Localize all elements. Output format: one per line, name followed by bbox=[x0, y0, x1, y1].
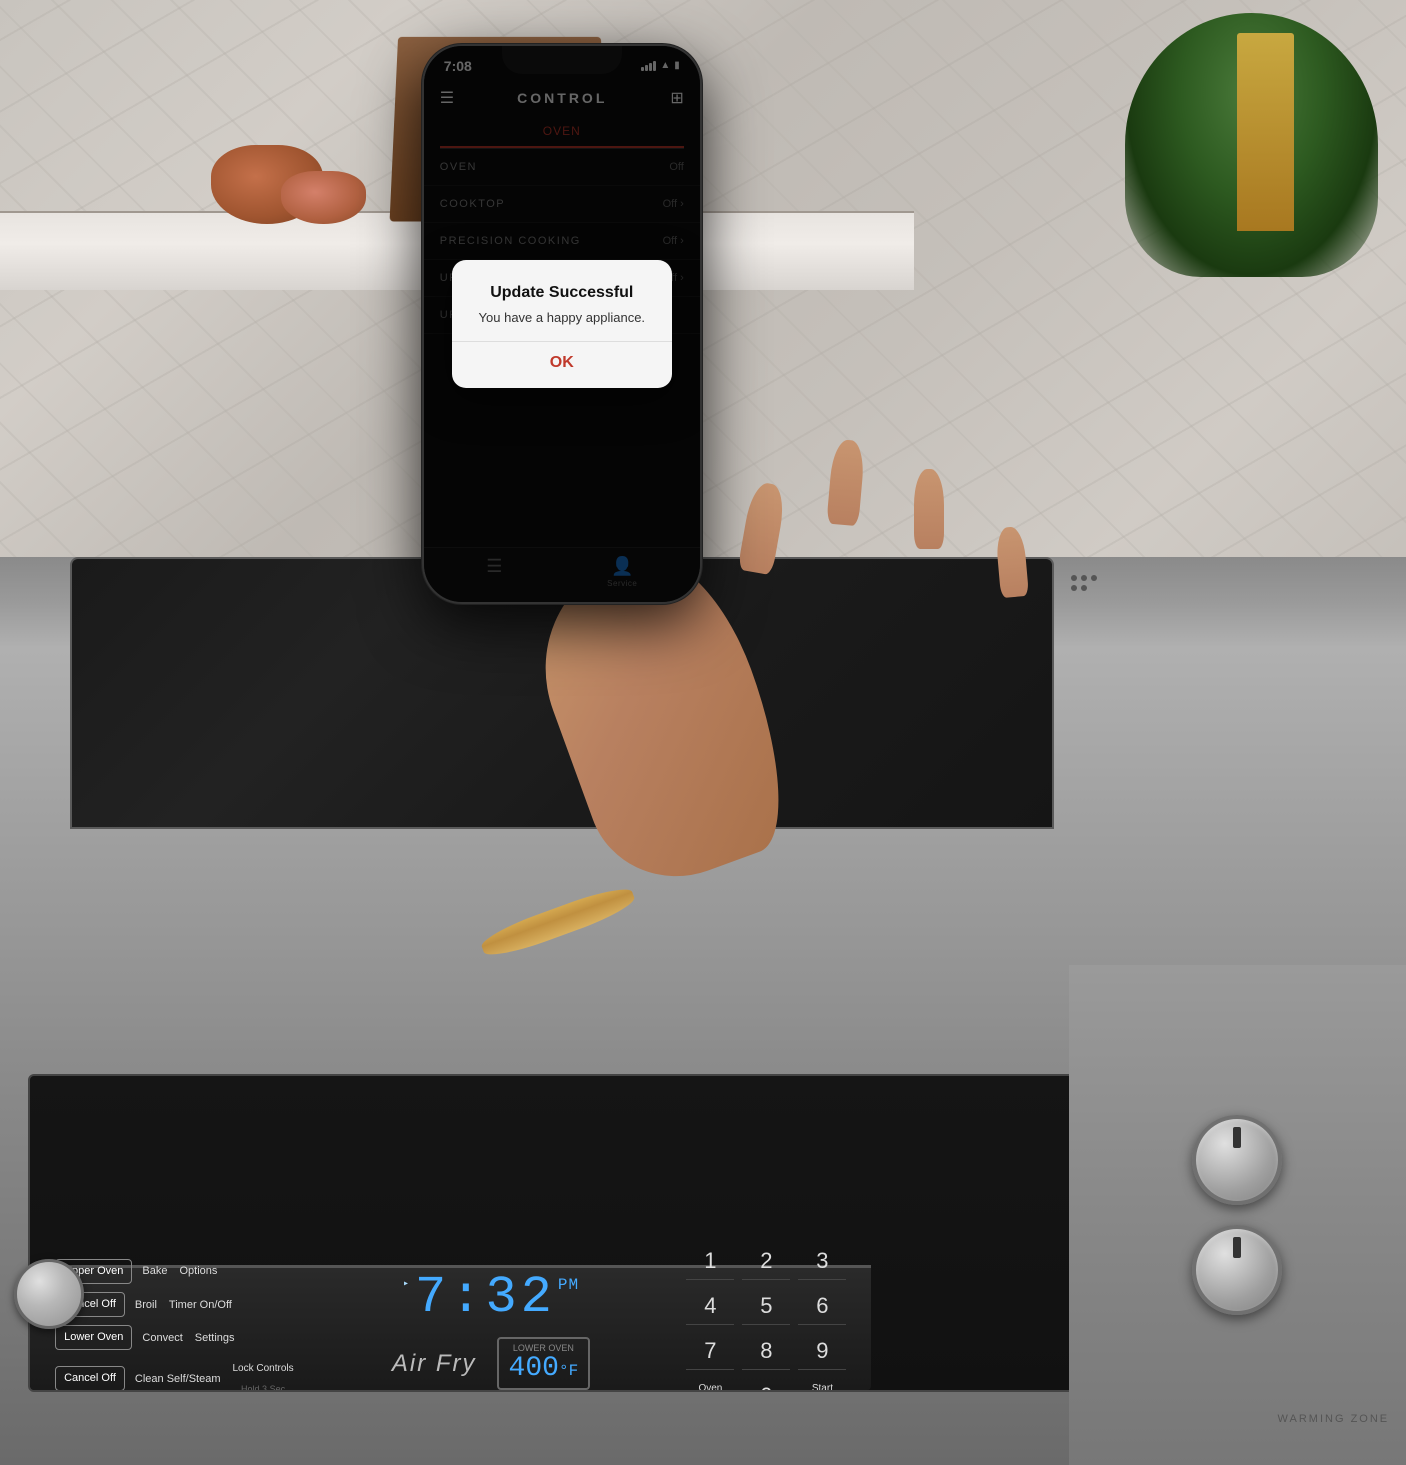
key-9[interactable]: 9 bbox=[798, 1333, 846, 1370]
dot-indicator: ▸ bbox=[403, 1278, 413, 1290]
key-0[interactable]: 0 bbox=[742, 1378, 790, 1392]
sub-display: Air Fry LOWER OVEN 400°F bbox=[392, 1337, 590, 1390]
control-panel: Upper Oven Bake Options Cancel Off Broil… bbox=[30, 1265, 871, 1391]
lock-controls-label[interactable]: Lock Controls bbox=[231, 1358, 296, 1379]
key-2[interactable]: 2 bbox=[742, 1243, 790, 1280]
hold-3-sec-label: Hold 3 Sec bbox=[239, 1379, 287, 1392]
left-knob[interactable] bbox=[14, 1259, 84, 1329]
clean-label[interactable]: Clean Self/Steam bbox=[133, 1368, 223, 1390]
temperature-display: LOWER OVEN 400°F bbox=[497, 1337, 591, 1390]
modal-overlay: Update Successful You have a happy appli… bbox=[424, 46, 700, 602]
knob-2[interactable] bbox=[1192, 1225, 1282, 1315]
timer-label[interactable]: Timer On/Off bbox=[167, 1294, 234, 1316]
modal-divider bbox=[452, 341, 672, 342]
modal-ok-button[interactable]: OK bbox=[472, 354, 652, 372]
options-label[interactable]: Options bbox=[178, 1260, 220, 1282]
modal-message: You have a happy appliance. bbox=[472, 310, 652, 325]
time-display: ▸ 7:32 PM bbox=[403, 1268, 579, 1327]
cancel-row-1: Cancel Off Broil Timer On/Off bbox=[55, 1292, 296, 1317]
brass-item bbox=[1237, 33, 1293, 231]
indicator-dots bbox=[1071, 575, 1097, 591]
number-keypad: 1 2 3 4 5 6 7 8 9 OvenLights 0 StartEnte… bbox=[686, 1243, 846, 1392]
cancel-off-button-2[interactable]: Cancel Off bbox=[55, 1366, 125, 1391]
lower-oven-button[interactable]: Lower Oven bbox=[55, 1325, 132, 1350]
update-modal: Update Successful You have a happy appli… bbox=[452, 260, 672, 388]
time-value: 7:32 bbox=[415, 1268, 556, 1327]
key-7[interactable]: 7 bbox=[686, 1333, 734, 1370]
upper-oven-row: Upper Oven Bake Options bbox=[55, 1259, 296, 1284]
phone-screen: 7:08 ▲ ▮ ☰ CONTROL ⊞ OVEN bbox=[424, 46, 700, 602]
broil-label[interactable]: Broil bbox=[133, 1294, 159, 1316]
finger-ring bbox=[914, 469, 944, 549]
modal-title: Update Successful bbox=[472, 284, 652, 302]
key-1[interactable]: 1 bbox=[686, 1243, 734, 1280]
key-6[interactable]: 6 bbox=[798, 1288, 846, 1325]
knob-1[interactable] bbox=[1192, 1115, 1282, 1205]
key-8[interactable]: 8 bbox=[742, 1333, 790, 1370]
temp-section-label: LOWER OVEN bbox=[509, 1343, 579, 1353]
temp-value: 400°F bbox=[509, 1353, 579, 1384]
bake-label[interactable]: Bake bbox=[140, 1260, 169, 1282]
settings-label[interactable]: Settings bbox=[193, 1327, 237, 1349]
control-panel-background: Upper Oven Bake Options Cancel Off Broil… bbox=[28, 1074, 1111, 1392]
key-5[interactable]: 5 bbox=[742, 1288, 790, 1325]
terra-cotta-pot-2 bbox=[281, 171, 365, 224]
lower-oven-row: Lower Oven Convect Settings bbox=[55, 1325, 296, 1350]
convect-label[interactable]: Convect bbox=[140, 1327, 184, 1349]
key-start-enter[interactable]: StartEnter bbox=[798, 1378, 846, 1392]
mode-display: Air Fry bbox=[392, 1350, 477, 1378]
phone-notch bbox=[502, 46, 622, 74]
time-period: PM bbox=[558, 1276, 579, 1294]
key-3[interactable]: 3 bbox=[798, 1243, 846, 1280]
display-area: ▸ 7:32 PM Air Fry LOWER OVEN 400°F bbox=[311, 1268, 672, 1390]
phone-device: 7:08 ▲ ▮ ☰ CONTROL ⊞ OVEN bbox=[422, 44, 702, 604]
knobs-area: WARMING ZONE bbox=[1069, 965, 1406, 1465]
temp-unit: °F bbox=[559, 1362, 578, 1380]
cancel-row-2: Cancel Off Clean Self/Steam Lock Control… bbox=[55, 1358, 296, 1392]
key-oven-lights[interactable]: OvenLights bbox=[686, 1378, 734, 1392]
key-4[interactable]: 4 bbox=[686, 1288, 734, 1325]
warming-zone-label: WARMING ZONE bbox=[1278, 1413, 1390, 1425]
left-button-group: Upper Oven Bake Options Cancel Off Broil… bbox=[55, 1259, 296, 1393]
